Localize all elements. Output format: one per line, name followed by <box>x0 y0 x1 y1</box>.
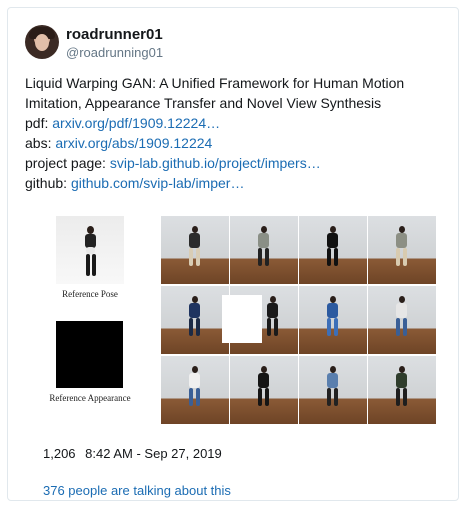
reference-pose-image <box>56 216 124 284</box>
pdf-line: pdf: arxiv.org/pdf/1909.12224… <box>25 113 445 133</box>
reference-pose-caption: Reference Pose <box>62 289 118 299</box>
tweet-card[interactable]: roadrunner01 @roadrunning01 Liquid Warpi… <box>7 7 459 501</box>
result-cell <box>368 216 436 284</box>
timestamp[interactable]: 8:42 AM - Sep 27, 2019 <box>85 446 222 461</box>
github-link[interactable]: github.com/svip-lab/imper… <box>71 175 245 191</box>
project-link[interactable]: svip-lab.github.io/project/impers… <box>110 155 321 171</box>
talking-about-link[interactable]: 376 people are talking about this <box>43 483 231 498</box>
pdf-link[interactable]: arxiv.org/pdf/1909.12224… <box>52 115 220 131</box>
tweet-meta: 1,206 8:42 AM - Sep 27, 2019 <box>43 446 228 461</box>
project-line: project page: svip-lab.github.io/project… <box>25 153 445 173</box>
tweet-title-line-2: Imitation, Appearance Transfer and Novel… <box>25 95 382 111</box>
abs-link[interactable]: arxiv.org/abs/1909.12224 <box>55 135 212 151</box>
pdf-label: pdf: <box>25 115 53 131</box>
result-cell <box>230 216 298 284</box>
result-cell <box>161 216 229 284</box>
result-cell <box>299 286 367 354</box>
blank-patch <box>222 295 262 343</box>
result-cell <box>299 356 367 424</box>
author-handle[interactable]: @roadrunning01 <box>66 45 163 60</box>
abs-label: abs: <box>25 135 56 151</box>
tweet-title-line-1: Liquid Warping GAN: A Unified Framework … <box>25 75 405 91</box>
result-cell <box>368 356 436 424</box>
result-cell <box>299 216 367 284</box>
reference-appearance-image <box>56 321 123 388</box>
tweet-media-image[interactable]: Reference Pose Reference Appearance <box>25 211 445 429</box>
result-cell <box>230 356 298 424</box>
result-cell <box>368 286 436 354</box>
avatar-face <box>35 34 49 51</box>
result-cell <box>161 356 229 424</box>
avatar[interactable] <box>25 25 59 59</box>
project-label: project page: <box>25 155 110 171</box>
tweet-text: Liquid Warping GAN: A Unified Framework … <box>25 73 445 193</box>
github-label: github: <box>25 175 71 191</box>
author-display-name[interactable]: roadrunner01 <box>66 26 163 43</box>
abs-line: abs: arxiv.org/abs/1909.12224 <box>25 133 445 153</box>
result-cell <box>161 286 229 354</box>
github-line: github: github.com/svip-lab/imper… <box>25 173 445 193</box>
reference-appearance-caption: Reference Appearance <box>49 393 131 403</box>
like-count[interactable]: 1,206 <box>43 446 76 461</box>
result-grid <box>161 216 437 426</box>
